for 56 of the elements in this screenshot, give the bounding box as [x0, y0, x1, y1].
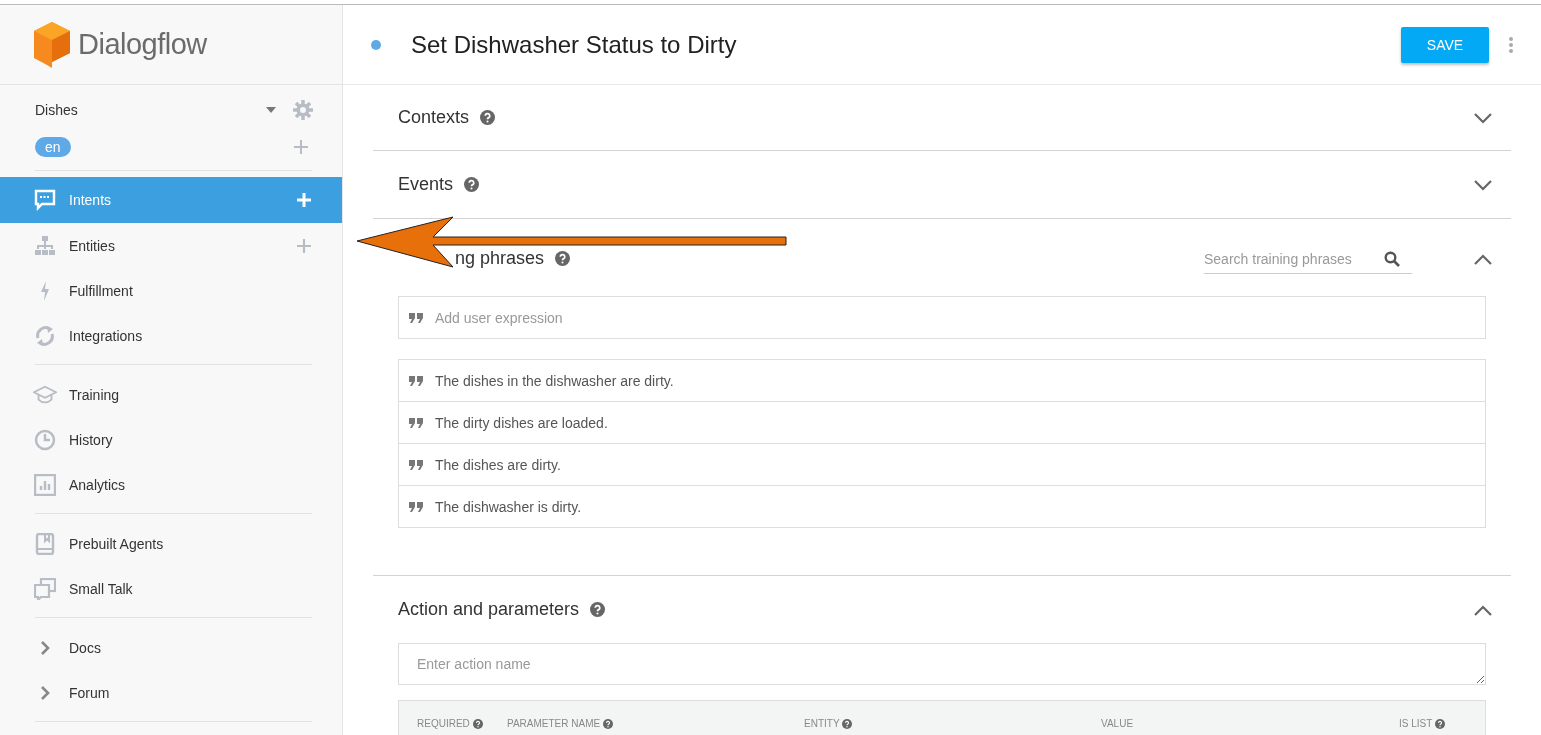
graduation-cap-icon: [33, 383, 57, 406]
phrase-row[interactable]: The dishes in the dishwasher are dirty.: [399, 360, 1485, 402]
section-title[interactable]: Action and parameters: [398, 599, 580, 620]
clock-icon: [34, 428, 56, 451]
nav-item[interactable]: History: [0, 417, 342, 462]
section-title[interactable]: ng phrases: [455, 248, 545, 269]
section-title[interactable]: Contexts: [398, 107, 470, 128]
chevron-up-icon[interactable]: [1473, 252, 1493, 265]
nav-item[interactable]: Training: [0, 372, 342, 417]
help-icon[interactable]: [480, 110, 496, 125]
dropdown-icon[interactable]: [266, 107, 276, 113]
agent-name[interactable]: Dishes: [35, 102, 266, 118]
app-name: Dialogflow: [78, 28, 207, 61]
chat-windows-icon: [34, 577, 56, 600]
help-icon[interactable]: [590, 602, 606, 617]
chevron-up-icon[interactable]: [1473, 603, 1493, 616]
search-icon[interactable]: [1384, 251, 1400, 267]
help-icon[interactable]: [602, 719, 613, 729]
action-name-field[interactable]: Enter action name: [398, 643, 1486, 685]
quote-icon: [409, 375, 423, 386]
bar-chart-icon: [34, 473, 56, 496]
nav-item[interactable]: Small Talk: [0, 566, 342, 611]
section-title[interactable]: Events: [398, 174, 454, 195]
help-icon[interactable]: [555, 251, 571, 266]
logo-icon: [34, 21, 70, 68]
help-icon[interactable]: [472, 719, 483, 729]
chevron-down-icon[interactable]: [1473, 111, 1493, 124]
column-header: IS LIST: [1399, 718, 1433, 729]
quote-icon: [409, 501, 423, 512]
hierarchy-icon: [34, 234, 56, 257]
column-header: PARAMETER NAME: [507, 718, 601, 729]
nav-item[interactable]: Forum: [0, 670, 342, 715]
help-icon[interactable]: [464, 177, 480, 192]
phrase-row[interactable]: The dirty dishes are loaded.: [399, 402, 1485, 444]
chat-bubble-icon: [34, 189, 56, 211]
nav-item[interactable]: Prebuilt Agents: [0, 521, 342, 566]
nav-item[interactable]: Analytics: [0, 462, 342, 507]
nav-item[interactable]: Fulfillment: [0, 268, 342, 313]
column-header: VALUE: [1101, 718, 1134, 729]
column-header: ENTITY: [804, 718, 840, 729]
phrase-row[interactable]: The dishes are dirty.: [399, 444, 1485, 486]
quote-icon: [409, 417, 423, 428]
column-header: REQUIRED: [417, 718, 470, 729]
nav-item[interactable]: Docs: [0, 625, 342, 670]
quote-icon: [409, 459, 423, 470]
phrase-row[interactable]: The dishwasher is dirty.: [399, 486, 1485, 527]
sync-icon: [34, 324, 56, 347]
chevron-down-icon[interactable]: [1473, 178, 1493, 191]
help-icon[interactable]: [842, 719, 853, 729]
status-dot: [371, 39, 381, 50]
help-icon[interactable]: [1434, 719, 1445, 729]
nav-item[interactable]: Integrations: [0, 313, 342, 358]
intent-title: Set Dishwasher Status to Dirty: [411, 30, 738, 59]
quote-icon: [409, 312, 423, 323]
nav-item[interactable]: Entities: [0, 223, 342, 268]
book-icon: [34, 532, 56, 555]
